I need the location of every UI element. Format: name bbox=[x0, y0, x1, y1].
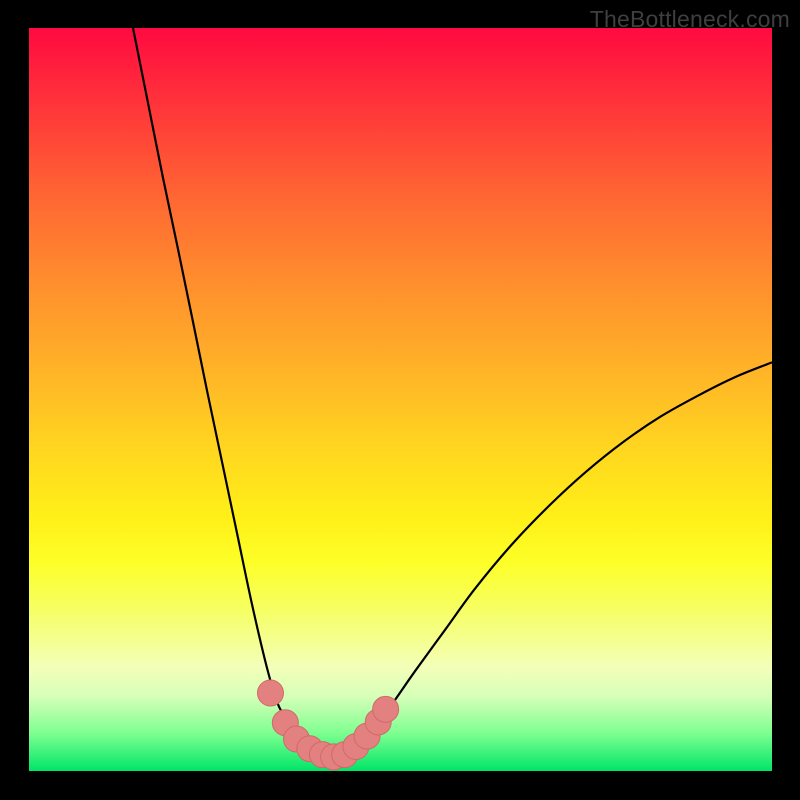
marker-dot bbox=[257, 680, 283, 706]
chart-frame: TheBottleneck.com bbox=[0, 0, 800, 800]
curve-markers bbox=[257, 680, 398, 770]
marker-dot bbox=[373, 696, 399, 722]
curve-left bbox=[133, 28, 334, 756]
chart-curve-layer bbox=[29, 28, 772, 771]
curve-right bbox=[334, 362, 772, 756]
watermark: TheBottleneck.com bbox=[590, 6, 790, 33]
